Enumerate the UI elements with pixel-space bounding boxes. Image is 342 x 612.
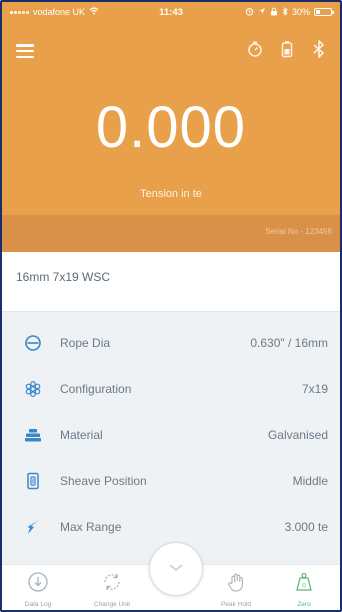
change-unit-tab[interactable]: Change Unit [84,571,140,610]
sheave-position-icon [24,472,42,490]
zero-weight-icon: 0 [293,571,315,598]
app-frame: vodafone UK 11:43 30% 0.000 Tension in t… [0,0,342,612]
battery-icon [314,8,334,16]
rope-info-list: Rope Dia 0.630" / 16mm Configuration 7x1… [2,312,340,564]
material-icon [24,426,42,444]
zero-tab[interactable]: 0 Zero [276,571,332,610]
status-bar: vodafone UK 11:43 30% [2,2,340,22]
svg-text:0: 0 [302,584,306,590]
rope-dia-icon [24,334,42,352]
tension-unit-label: Tension in te [140,188,202,200]
zero-label: Zero [297,601,311,608]
bluetooth-icon [282,6,288,18]
peak-hold-tab[interactable]: Peak Hold [208,571,264,610]
info-label: Material [60,428,103,442]
battery-percent: 30% [291,7,310,17]
change-unit-icon [101,571,123,598]
info-row-configuration: Configuration 7x19 [2,366,340,412]
location-icon [258,7,266,17]
change-unit-label: Change Unit [93,601,131,608]
expand-button[interactable] [149,542,203,596]
info-value: Galvanised [267,428,328,442]
peak-hold-label: Peak Hold [221,601,251,608]
info-label: Configuration [60,382,132,396]
info-row-rope-dia: Rope Dia 0.630" / 16mm [2,320,340,366]
info-row-sheave-position: Sheave Position Middle [2,458,340,504]
wifi-icon [89,7,99,17]
tension-reading: 0.000 [95,95,247,160]
data-log-label: Data Log [24,601,52,608]
alarm-icon [245,7,254,18]
device-battery-icon[interactable] [278,38,296,60]
rope-title-row[interactable]: 16mm 7x19 WSC [2,252,340,312]
status-time: 11:43 [159,6,183,18]
info-value: 7x19 [301,382,328,396]
info-label: Rope Dia [60,336,111,350]
reading-header: 0.000 Tension in te [2,22,340,215]
bluetooth-connection-icon[interactable] [310,38,328,60]
timer-icon[interactable] [246,38,264,60]
serial-number: Serial No - 123456 [265,227,332,236]
data-log-tab[interactable]: Data Log [10,571,66,610]
info-label: Sheave Position [60,474,147,488]
lock-rotation-icon [270,7,278,18]
chevron-down-icon [168,560,184,578]
carrier-name: vodafone UK [33,7,86,17]
max-range-icon [24,518,42,536]
rope-title: 16mm 7x19 WSC [16,270,111,284]
info-value: 3.000 te [284,520,328,534]
info-row-material: Material Galvanised [2,412,340,458]
info-label: Max Range [60,520,122,534]
info-value: 0.630" / 16mm [250,336,328,350]
menu-icon[interactable] [16,44,34,58]
data-log-icon [27,571,49,598]
peak-hold-icon [225,571,247,598]
serial-strip: Serial No - 123456 [2,215,340,252]
configuration-icon [24,380,42,398]
signal-icon [10,10,29,14]
info-value: Middle [292,474,328,488]
